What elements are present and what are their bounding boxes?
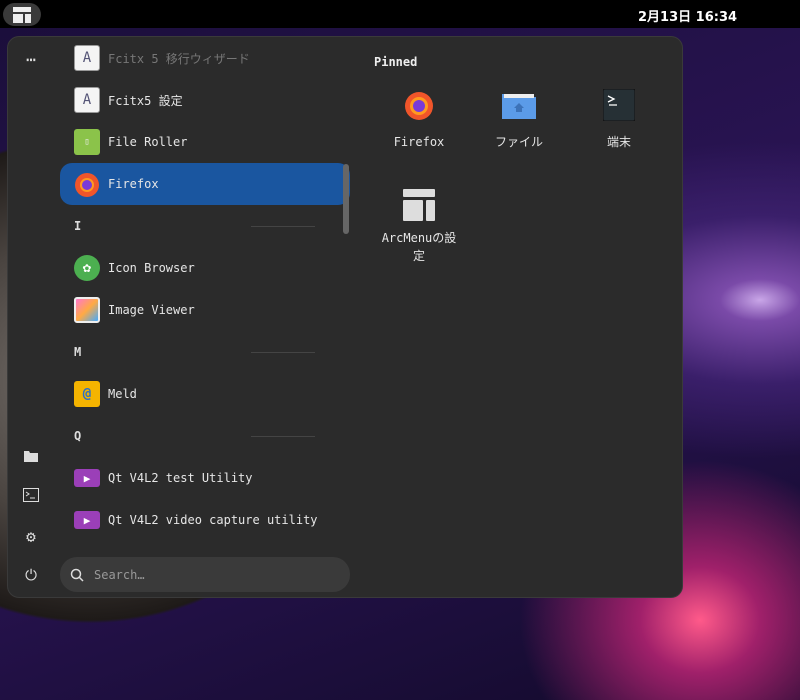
section-header: M (60, 331, 350, 373)
fcitx-icon: A (74, 45, 100, 71)
app-label: Qt V4L2 test Utility (108, 471, 253, 485)
section-header: I (60, 205, 350, 247)
app-label: Icon Browser (108, 261, 195, 275)
pinned-firefox[interactable]: Firefox (374, 87, 464, 151)
app-item[interactable]: ▯ File Roller (60, 121, 350, 163)
app-item[interactable]: ▶ Qt V4L2 test Utility (60, 457, 350, 499)
pinned-arcmenu-settings[interactable]: ArcMenuの設定 (374, 187, 464, 265)
fcitx-icon: A (74, 87, 100, 113)
terminal-app-icon (601, 87, 637, 123)
app-label: Meld (108, 387, 137, 401)
app-list: A Fcitx 5 移行ウィザード A Fcitx5 設定 ▯ File Roller Fi… (60, 37, 350, 549)
clock[interactable]: 2月13日 16:34 (638, 6, 737, 25)
gnome-icon: ✿ (74, 255, 100, 281)
pinned-title: Pinned (374, 55, 418, 69)
app-label: File Roller (108, 135, 188, 149)
meld-icon: @ (74, 381, 100, 407)
firefox-icon (74, 171, 100, 197)
firefox-icon (401, 87, 437, 123)
settings-gear-icon[interactable]: ⚙ (21, 526, 41, 546)
app-item[interactable]: A Fcitx 5 移行ウィザード (60, 37, 350, 79)
app-item[interactable]: @ Meld (60, 373, 350, 415)
pinned-files[interactable]: ファイル (474, 87, 564, 151)
arcmenu-icon (13, 6, 31, 23)
divider (251, 225, 315, 227)
folder-icon[interactable] (21, 446, 41, 466)
app-label: Image Viewer (108, 303, 195, 317)
menu-sidebar: ⋯ ⚙ ⏻ (8, 37, 54, 597)
top-bar: 2月13日 16:34 (0, 0, 800, 28)
search-icon (70, 568, 84, 582)
app-label: Qt V4L2 video capture utility (108, 513, 318, 527)
app-item[interactable]: ▶ Qt V4L2 video capture utility (60, 499, 350, 541)
section-letter: I (74, 219, 82, 233)
app-item[interactable]: Image Viewer (60, 289, 350, 331)
play-icon: ▶ (74, 511, 100, 529)
app-item[interactable]: ✿ Icon Browser (60, 247, 350, 289)
section-letter: Q (74, 429, 82, 443)
terminal-icon[interactable] (21, 485, 41, 505)
divider (251, 351, 315, 353)
archive-icon: ▯ (74, 129, 100, 155)
play-icon: ▶ (74, 469, 100, 487)
app-label: Fcitx5 設定 (108, 93, 183, 108)
app-item[interactable]: A Fcitx5 設定 (60, 79, 350, 121)
arcmenu-settings-icon (401, 187, 437, 223)
search-placeholder: Search… (94, 567, 145, 582)
app-label: Fcitx 5 移行ウィザード (108, 51, 250, 66)
arcmenu-button[interactable] (3, 3, 41, 26)
more-icon[interactable]: ⋯ (21, 49, 41, 69)
image-viewer-icon (74, 297, 100, 323)
section-header: Q (60, 415, 350, 457)
power-icon[interactable]: ⏻ (21, 565, 41, 585)
folder-home-icon (501, 87, 537, 123)
pinned-terminal[interactable]: 端末 (574, 87, 664, 151)
app-item[interactable]: Firefox (60, 163, 350, 205)
divider (251, 435, 315, 437)
app-label: Firefox (108, 177, 159, 191)
search-input[interactable]: Search… (60, 557, 350, 592)
app-list-scrollbar[interactable] (343, 164, 349, 234)
app-menu: ⋯ ⚙ ⏻ A Fcitx 5 移行ウィザード A Fcitx5 設定 ▯ File Ro… (7, 36, 683, 598)
section-letter: M (74, 345, 82, 359)
